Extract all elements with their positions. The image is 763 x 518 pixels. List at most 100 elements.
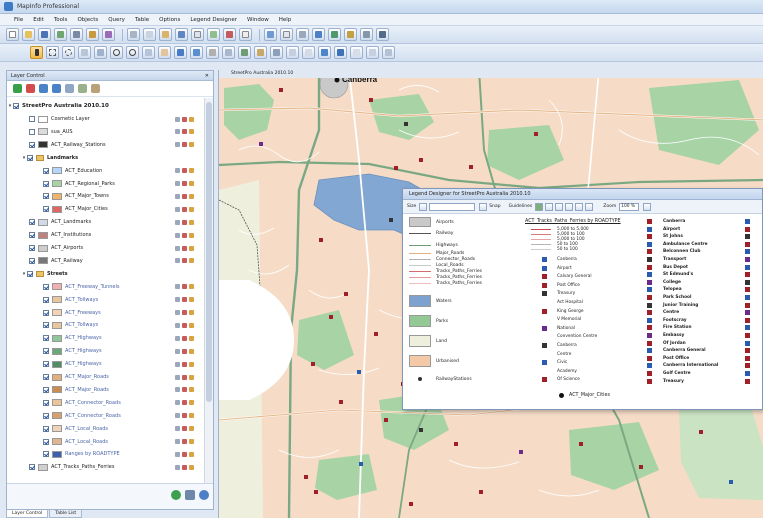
legend-item[interactable]: Railway (409, 231, 453, 236)
guidelines-icon[interactable] (535, 202, 544, 211)
editable-icon[interactable] (175, 206, 180, 212)
layer-style-icon[interactable] (52, 283, 62, 291)
legend-item[interactable]: RailwayStations (409, 375, 472, 383)
legend-item[interactable]: Waters (409, 295, 452, 307)
layer-style-icon[interactable] (38, 218, 48, 226)
layer-row[interactable]: sua_AUS (7, 126, 203, 138)
selectable-icon[interactable] (182, 310, 187, 315)
align-right-icon[interactable] (565, 202, 574, 211)
editable-icon[interactable] (175, 284, 180, 290)
editable-icon[interactable] (175, 464, 180, 470)
layer-row[interactable]: ACT_Railway (7, 255, 203, 267)
layer-style-icon[interactable] (52, 412, 62, 420)
redraw-icon[interactable] (350, 46, 363, 59)
layer-panel-scrollbar[interactable] (204, 98, 213, 483)
layer-row[interactable]: ACT_Highways (7, 332, 203, 344)
layer-style-icon[interactable] (52, 347, 62, 355)
layer-row[interactable]: ACT_Education (7, 165, 203, 177)
set-clip-icon[interactable] (302, 46, 315, 59)
align-top-icon[interactable] (575, 202, 584, 211)
clip-region-icon[interactable] (286, 46, 299, 59)
layer-visibility-checkbox[interactable] (29, 257, 35, 264)
layer-row[interactable]: ACT_Freeway_Tunnels (7, 281, 203, 293)
layer-visibility-checkbox[interactable] (43, 180, 49, 187)
label-icon[interactable] (189, 129, 194, 135)
redistrict-icon[interactable] (264, 28, 277, 41)
tab-table-list[interactable]: Table List (49, 510, 83, 518)
label-icon[interactable] (189, 348, 194, 354)
label-icon[interactable] (189, 400, 194, 406)
editable-icon[interactable] (175, 426, 180, 432)
legend-designer-window[interactable]: Legend Designer for StreetPro Australia … (402, 188, 763, 410)
layer-style-icon[interactable] (52, 450, 62, 458)
label-icon[interactable] (189, 464, 194, 470)
layer-style-icon[interactable] (52, 167, 62, 175)
layer-visibility-checkbox[interactable] (29, 245, 35, 251)
layer-row[interactable]: ACT_Railway_Stations (7, 139, 203, 151)
layout-icon[interactable] (239, 28, 252, 41)
scrollbar-thumb[interactable] (206, 102, 212, 402)
align-bottom-icon[interactable] (585, 202, 594, 211)
legend-item[interactable]: Urbanised (409, 355, 459, 367)
layer-options-icon[interactable] (185, 490, 195, 500)
label-icon[interactable] (189, 439, 194, 444)
tool-manager-icon[interactable] (328, 28, 341, 41)
new-icon[interactable] (6, 28, 19, 41)
menu-help[interactable]: Help (279, 17, 292, 23)
label-icon[interactable] (189, 245, 194, 251)
window-list-icon[interactable] (382, 46, 395, 59)
catalog-icon[interactable] (360, 28, 373, 41)
layer-row[interactable]: Cosmetic Layer (7, 113, 203, 125)
menu-tools[interactable]: Tools (54, 17, 68, 23)
help-icon[interactable] (312, 28, 325, 41)
layer-visibility-checkbox[interactable] (29, 141, 35, 148)
layer-row[interactable]: ACT_Airports (7, 242, 203, 254)
drag-map-window-icon[interactable] (222, 46, 235, 59)
editable-icon[interactable] (175, 400, 180, 406)
selectable-icon[interactable] (182, 451, 187, 457)
label-icon[interactable] (189, 374, 194, 380)
selectable-icon[interactable] (182, 258, 187, 264)
boundary-select-icon[interactable] (94, 46, 107, 59)
label-icon[interactable] (189, 413, 194, 419)
menu-legend-designer[interactable]: Legend Designer (190, 17, 237, 23)
editable-icon[interactable] (175, 439, 180, 444)
selectable-icon[interactable] (182, 219, 187, 225)
open-table-icon[interactable] (54, 28, 67, 41)
menu-window[interactable]: Window (247, 17, 269, 23)
legend-item[interactable]: Local_Roads (409, 263, 464, 268)
layer-style-icon[interactable] (52, 373, 62, 381)
ruler-icon[interactable] (254, 46, 267, 59)
remove-layer-icon[interactable] (26, 84, 35, 93)
label-icon[interactable] (189, 284, 194, 290)
label-icon[interactable] (189, 168, 194, 174)
editable-icon[interactable] (175, 129, 180, 135)
hotlink-icon[interactable] (190, 46, 203, 59)
layer-row[interactable]: ACT_Major_Towns (7, 190, 203, 202)
layer-style-icon[interactable] (52, 296, 62, 304)
layer-row[interactable]: ACT_Regional_Parks (7, 178, 203, 190)
cut-icon[interactable] (127, 28, 140, 41)
sql-icon[interactable] (102, 28, 115, 41)
layer-visibility-checkbox[interactable] (29, 464, 35, 471)
selectable-icon[interactable] (182, 168, 187, 174)
layer-group[interactable]: ▾ Landmarks (7, 152, 203, 164)
layer-style-icon[interactable] (38, 231, 48, 239)
selectable-icon[interactable] (182, 193, 187, 199)
add-layer-icon[interactable] (13, 84, 22, 93)
legend-icon[interactable] (280, 28, 293, 41)
legend-designer-icon[interactable] (318, 46, 331, 59)
radius-select-icon[interactable] (62, 46, 75, 59)
layer-style-icon[interactable] (52, 360, 62, 368)
layer-style-icon[interactable] (52, 425, 62, 433)
label-icon[interactable] (189, 181, 194, 186)
layer-visibility-checkbox[interactable] (43, 451, 49, 458)
selectable-icon[interactable] (182, 322, 187, 328)
layer-visibility-checkbox[interactable] (29, 116, 35, 122)
root-visibility-checkbox[interactable] (13, 103, 19, 109)
snap-checkbox-icon[interactable] (479, 202, 488, 211)
layer-visibility-checkbox[interactable] (43, 412, 49, 419)
layer-row[interactable]: ACT_Tollways (7, 294, 203, 306)
menu-options[interactable]: Options (159, 17, 180, 23)
layer-row[interactable]: ACT_Major_Roads (7, 371, 203, 383)
